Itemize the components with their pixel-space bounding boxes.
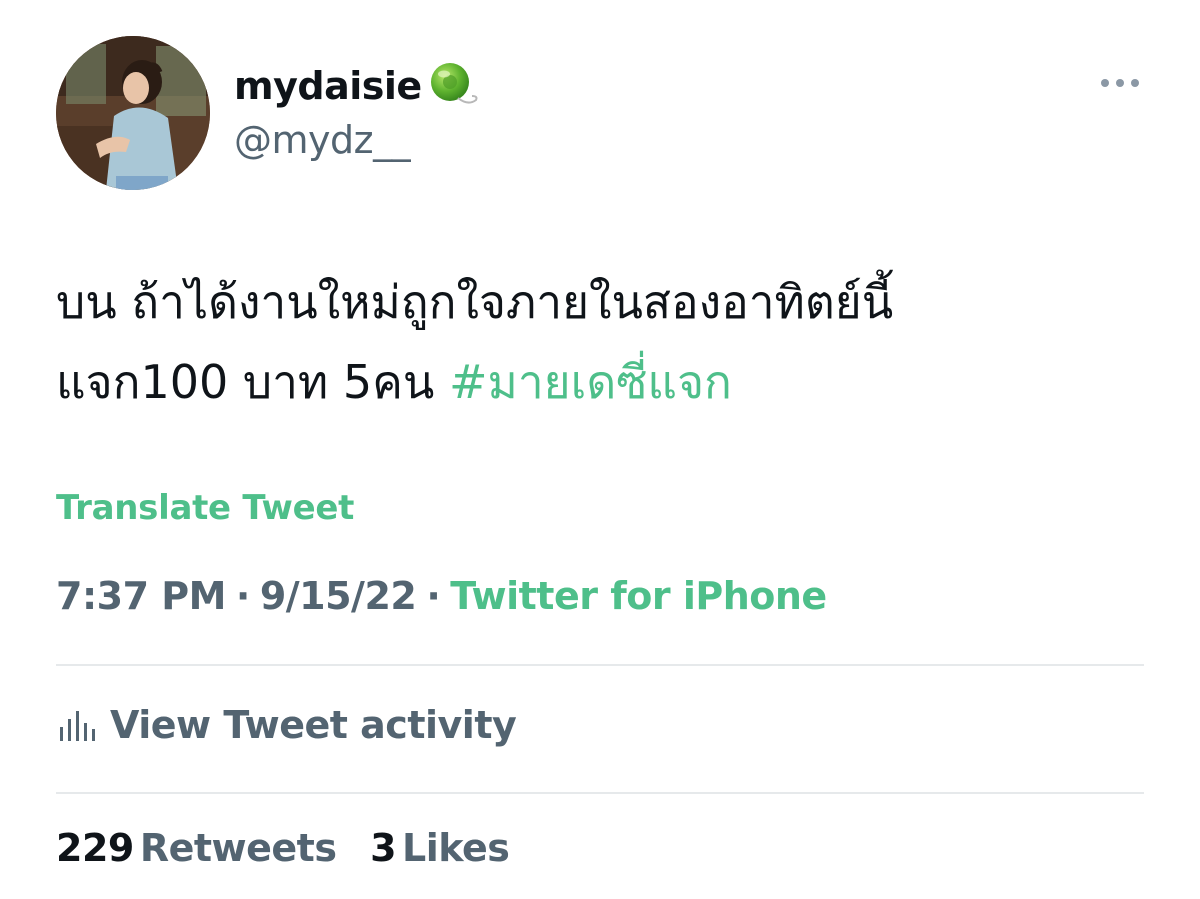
view-tweet-activity-button[interactable]: View Tweet activity <box>56 694 517 756</box>
tweet-time[interactable]: 7:37 PM <box>56 574 226 618</box>
more-options-button[interactable] <box>1096 66 1144 100</box>
tweet-date[interactable]: 9/15/22 <box>260 574 417 618</box>
retweets-count: 229 <box>56 826 134 870</box>
tweet-stats: 229 Retweets 3 Likes <box>56 826 531 870</box>
bar-chart-icon <box>56 705 96 745</box>
green-yoyo-emoji-icon <box>428 60 480 112</box>
view-tweet-activity-label: View Tweet activity <box>110 703 517 747</box>
hashtag-link[interactable]: #มายเดซี่แจก <box>449 355 732 409</box>
avatar[interactable] <box>56 36 210 190</box>
display-name[interactable]: mydaisie <box>234 64 422 108</box>
meta-separator: · <box>426 574 441 618</box>
ellipsis-icon <box>1101 79 1139 87</box>
display-name-row[interactable]: mydaisie <box>234 56 480 116</box>
tweet-text-line: แจก100 บาท 5คน #มายเดซี่แจก <box>56 342 1156 422</box>
divider <box>56 792 1144 794</box>
tweet-source-link[interactable]: Twitter for iPhone <box>450 574 827 618</box>
divider <box>56 664 1144 666</box>
tweet-detail: mydaisie @mydz__ บน ถ้าได้งานใหม่ถูกใจภา… <box>0 0 1200 899</box>
avatar-photo <box>56 36 210 190</box>
meta-separator: · <box>235 574 250 618</box>
tweet-text: บน ถ้าได้งานใหม่ถูกใจภายในสองอาทิตย์นี้ … <box>56 262 1156 422</box>
retweets-label: Retweets <box>139 826 337 870</box>
retweets-stat[interactable]: 229 Retweets <box>56 826 337 870</box>
likes-count: 3 <box>370 826 397 870</box>
user-handle[interactable]: @mydz__ <box>234 118 411 162</box>
tweet-text-line: บน ถ้าได้งานใหม่ถูกใจภายในสองอาทิตย์นี้ <box>56 275 894 329</box>
translate-tweet-link[interactable]: Translate Tweet <box>56 488 354 528</box>
tweet-text-plain: แจก100 บาท 5คน <box>56 355 449 409</box>
likes-label: Likes <box>402 826 510 870</box>
likes-stat[interactable]: 3 Likes <box>370 826 510 870</box>
tweet-meta: 7:37 PM · 9/15/22 · Twitter for iPhone <box>56 574 827 618</box>
